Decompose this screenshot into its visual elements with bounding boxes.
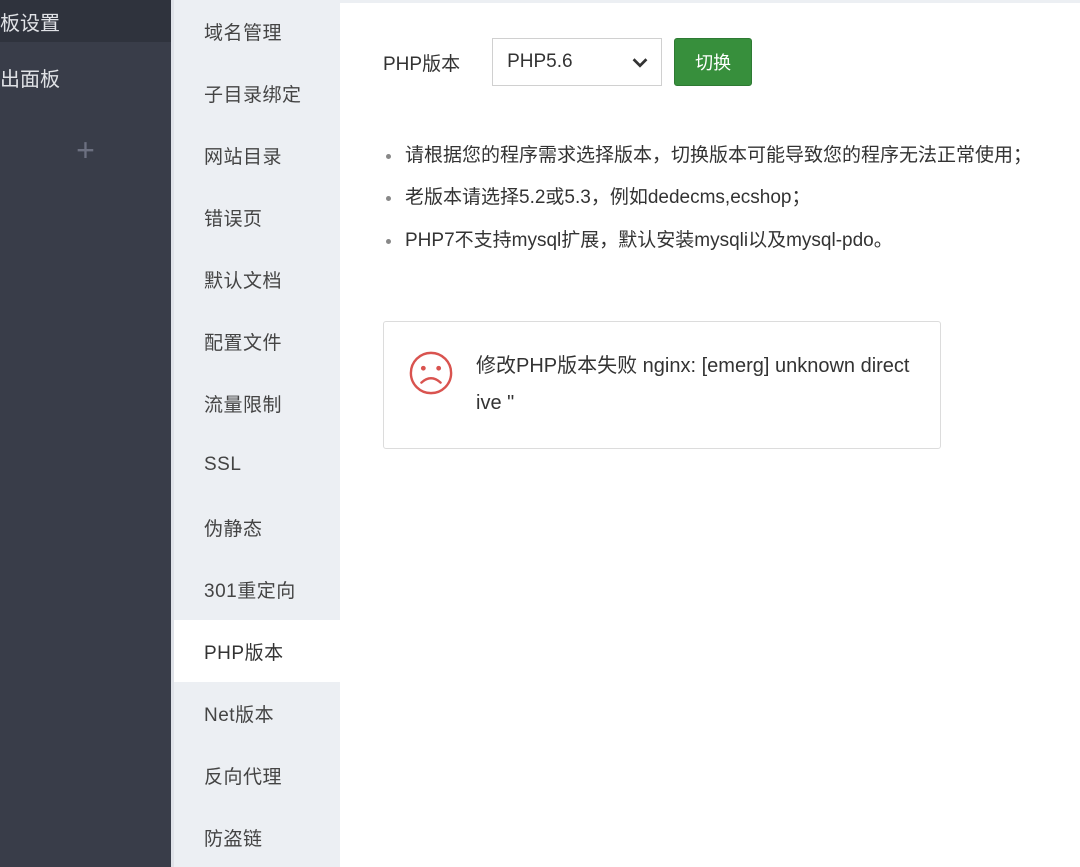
primary-nav-label: 出面板 [0, 63, 60, 92]
sub-nav-label: 流量限制 [204, 390, 282, 417]
form-label: PHP版本 [383, 49, 460, 76]
error-message: 修改PHP版本失败 nginx: [emerg] unknown directi… [476, 348, 912, 422]
switch-button-label: 切换 [695, 49, 731, 75]
sub-nav-item[interactable]: 防盗链 [174, 806, 340, 867]
sub-nav-item[interactable]: 301重定向 [174, 558, 340, 620]
sub-nav-label: Net版本 [204, 700, 274, 727]
sub-nav-item[interactable]: 域名管理 [174, 0, 340, 62]
tips-list: 请根据您的程序需求选择版本，切换版本可能导致您的程序无法正常使用； 老版本请选择5… [383, 141, 1080, 256]
primary-nav-item-settings[interactable]: 板设置 [0, 0, 171, 42]
sub-nav-item[interactable]: 伪静态 [174, 496, 340, 558]
sub-nav-label: 配置文件 [204, 328, 282, 355]
sub-nav-item[interactable]: Net版本 [174, 682, 340, 744]
sub-nav-label: 错误页 [204, 204, 263, 231]
primary-nav-item-exit[interactable]: 出面板 [0, 42, 171, 112]
php-version-row: PHP版本 PHP5.6 切换 [383, 38, 1080, 86]
sub-nav-item[interactable]: 默认文档 [174, 248, 340, 310]
select-value: PHP5.6 [507, 51, 572, 73]
sub-nav-label: 网站目录 [204, 142, 282, 169]
sub-nav-item[interactable]: 错误页 [174, 186, 340, 248]
chevron-down-icon [629, 51, 651, 73]
sub-nav-label: 子目录绑定 [204, 80, 302, 107]
tip-item: 老版本请选择5.2或5.3，例如dedecms,ecshop； [403, 183, 1080, 213]
sub-nav-item[interactable]: SSL [174, 434, 340, 496]
tip-item: PHP7不支持mysql扩展，默认安装mysqli以及mysql-pdo。 [403, 226, 1080, 256]
sub-nav-label: 域名管理 [204, 18, 282, 45]
sub-sidebar: 域名管理子目录绑定网站目录错误页默认文档配置文件流量限制 SSL 伪静态 301重定向… [171, 0, 340, 867]
add-item-button[interactable]: + [0, 120, 171, 180]
sub-nav-label: SSL [204, 454, 241, 476]
sub-nav-label: 伪静态 [204, 514, 263, 541]
sub-nav-item[interactable]: 网站目录 [174, 124, 340, 186]
php-version-select[interactable]: PHP5.6 [492, 38, 662, 86]
tip-item: 请根据您的程序需求选择版本，切换版本可能导致您的程序无法正常使用； [403, 141, 1080, 171]
sub-nav-item[interactable]: 子目录绑定 [174, 62, 340, 124]
sub-nav-label: 反向代理 [204, 762, 282, 789]
sub-nav-item[interactable]: 反向代理 [174, 744, 340, 806]
primary-nav-label: 板设置 [0, 7, 60, 36]
main-content: PHP版本 PHP5.6 切换 请根据您的程序需求选择版本，切换版本可能导致您的… [340, 0, 1080, 867]
error-face-icon [408, 350, 454, 396]
sub-nav-label: 默认文档 [204, 266, 282, 293]
plus-icon: + [76, 134, 95, 166]
switch-button[interactable]: 切换 [674, 38, 752, 86]
sub-nav-item[interactable]: 流量限制 [174, 372, 340, 434]
sub-nav-item[interactable]: PHP版本 [174, 620, 340, 682]
sub-nav-label: 301重定向 [204, 576, 296, 603]
primary-sidebar: 板设置 出面板 + [0, 0, 171, 867]
sub-nav-label: PHP版本 [204, 638, 284, 665]
sub-nav-label: 防盗链 [204, 824, 263, 851]
sub-nav-item[interactable]: 配置文件 [174, 310, 340, 372]
error-box: 修改PHP版本失败 nginx: [emerg] unknown directi… [383, 321, 941, 449]
